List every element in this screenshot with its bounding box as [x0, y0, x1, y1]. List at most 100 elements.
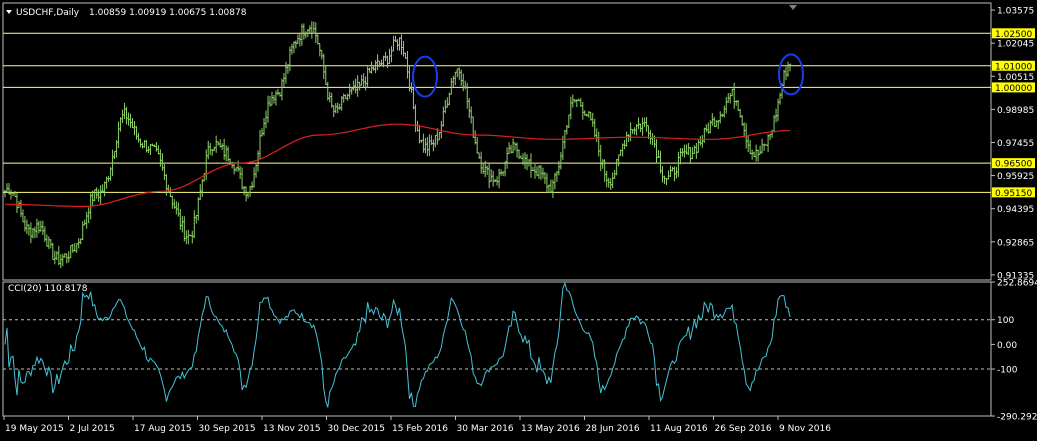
price-bar [758, 145, 762, 155]
price-bar [723, 105, 726, 118]
price-bar [768, 133, 772, 141]
price-bar [207, 140, 210, 160]
price-bar [523, 152, 527, 169]
price-bar [183, 216, 186, 242]
price-bar [320, 49, 323, 60]
price-bar [663, 175, 666, 184]
price-bar [157, 145, 160, 155]
price-bar [713, 116, 716, 128]
price-bar [81, 221, 84, 241]
price-bar [65, 253, 68, 264]
price-bar [163, 163, 166, 181]
price-bar [599, 144, 602, 172]
price-bar [21, 209, 25, 223]
price-bar [358, 81, 361, 91]
price-bar [139, 138, 142, 148]
price-bar [440, 120, 443, 139]
price-bar [754, 144, 758, 162]
price-bar [322, 53, 325, 80]
price-bar [454, 71, 457, 86]
price-bar [244, 186, 248, 202]
price-bar [458, 67, 461, 80]
price-bar [15, 193, 19, 214]
price-bar [282, 73, 286, 87]
price-bar [324, 66, 327, 86]
price-bar [312, 21, 316, 34]
price-bar [513, 142, 517, 151]
price-bar [452, 75, 455, 88]
price-bar [456, 68, 459, 78]
y-tick-6: 0.94395 [997, 205, 1034, 215]
y-tick-1: 1.02045 [997, 40, 1034, 50]
price-bar [615, 158, 618, 176]
price-bar [390, 46, 393, 63]
price-bar [605, 170, 608, 188]
price-bar [567, 114, 571, 129]
price-bar [264, 110, 268, 129]
price-bar [27, 224, 31, 236]
highlight-circle-0[interactable] [412, 55, 438, 98]
price-bar [470, 106, 473, 124]
price-bar [69, 245, 72, 259]
highlight-circle-1[interactable] [778, 53, 804, 96]
price-bar [481, 162, 485, 175]
price-bar [137, 132, 140, 143]
price-bar [262, 117, 266, 136]
price-bar [209, 142, 212, 156]
price-bar [689, 147, 692, 164]
price-bar [155, 141, 158, 152]
price-bar [175, 201, 178, 215]
price-bar [679, 148, 682, 165]
x-tick-0: 19 May 2015 [5, 424, 64, 434]
price-bar [505, 147, 509, 169]
price-bar [191, 230, 194, 244]
price-bar [240, 167, 244, 190]
price-bar [424, 137, 427, 154]
price-bar [99, 185, 102, 205]
price-bar [699, 136, 702, 146]
price-bar [9, 189, 13, 200]
usdchf-chart[interactable]: 1.02500 1.01000 1.00000 0.96500 0.95150 1.035… [0, 0, 1037, 441]
price-bar [593, 118, 596, 138]
price-bar [659, 150, 662, 174]
price-bar [41, 220, 45, 236]
price-bar [19, 199, 23, 218]
price-bar [167, 184, 170, 193]
price-bar [760, 138, 764, 154]
hline-label-0: 1.02500 [995, 30, 1032, 40]
price-bar [187, 229, 190, 245]
price-bar [342, 93, 345, 103]
price-bar [627, 134, 630, 142]
menu-arrow-icon[interactable] [6, 10, 12, 14]
price-bar [113, 150, 116, 160]
price-bar [466, 82, 469, 109]
price-bar [545, 173, 549, 193]
price-bar [276, 88, 280, 96]
cci-line [4, 281, 791, 408]
price-axis: 1.02500 1.01000 1.00000 0.96500 0.95150 1.035… [991, 7, 1035, 281]
price-bars [3, 21, 792, 269]
price-bar [83, 219, 86, 226]
price-bar [687, 142, 690, 156]
price-bar [326, 81, 329, 101]
price-bar [51, 242, 55, 261]
price-bar [495, 176, 499, 186]
price-bar [595, 128, 598, 143]
price-bar [442, 106, 445, 127]
price-bar [67, 251, 70, 263]
price-bar [103, 181, 106, 197]
price-bar [222, 138, 226, 160]
price-bar [475, 136, 479, 154]
price-bar [232, 163, 236, 175]
price-bar [733, 82, 736, 109]
price-bar [629, 122, 632, 142]
price-bar [29, 222, 33, 244]
shift-marker-icon[interactable] [789, 5, 797, 10]
time-axis: 19 May 2015 2 Jul 2015 17 Aug 2015 30 Sep 2… [3, 416, 831, 434]
price-bar [181, 216, 184, 233]
price-bar [338, 103, 341, 110]
price-bar [37, 220, 41, 234]
price-bar [422, 133, 425, 153]
price-bar [266, 95, 270, 123]
price-bar [284, 61, 288, 84]
